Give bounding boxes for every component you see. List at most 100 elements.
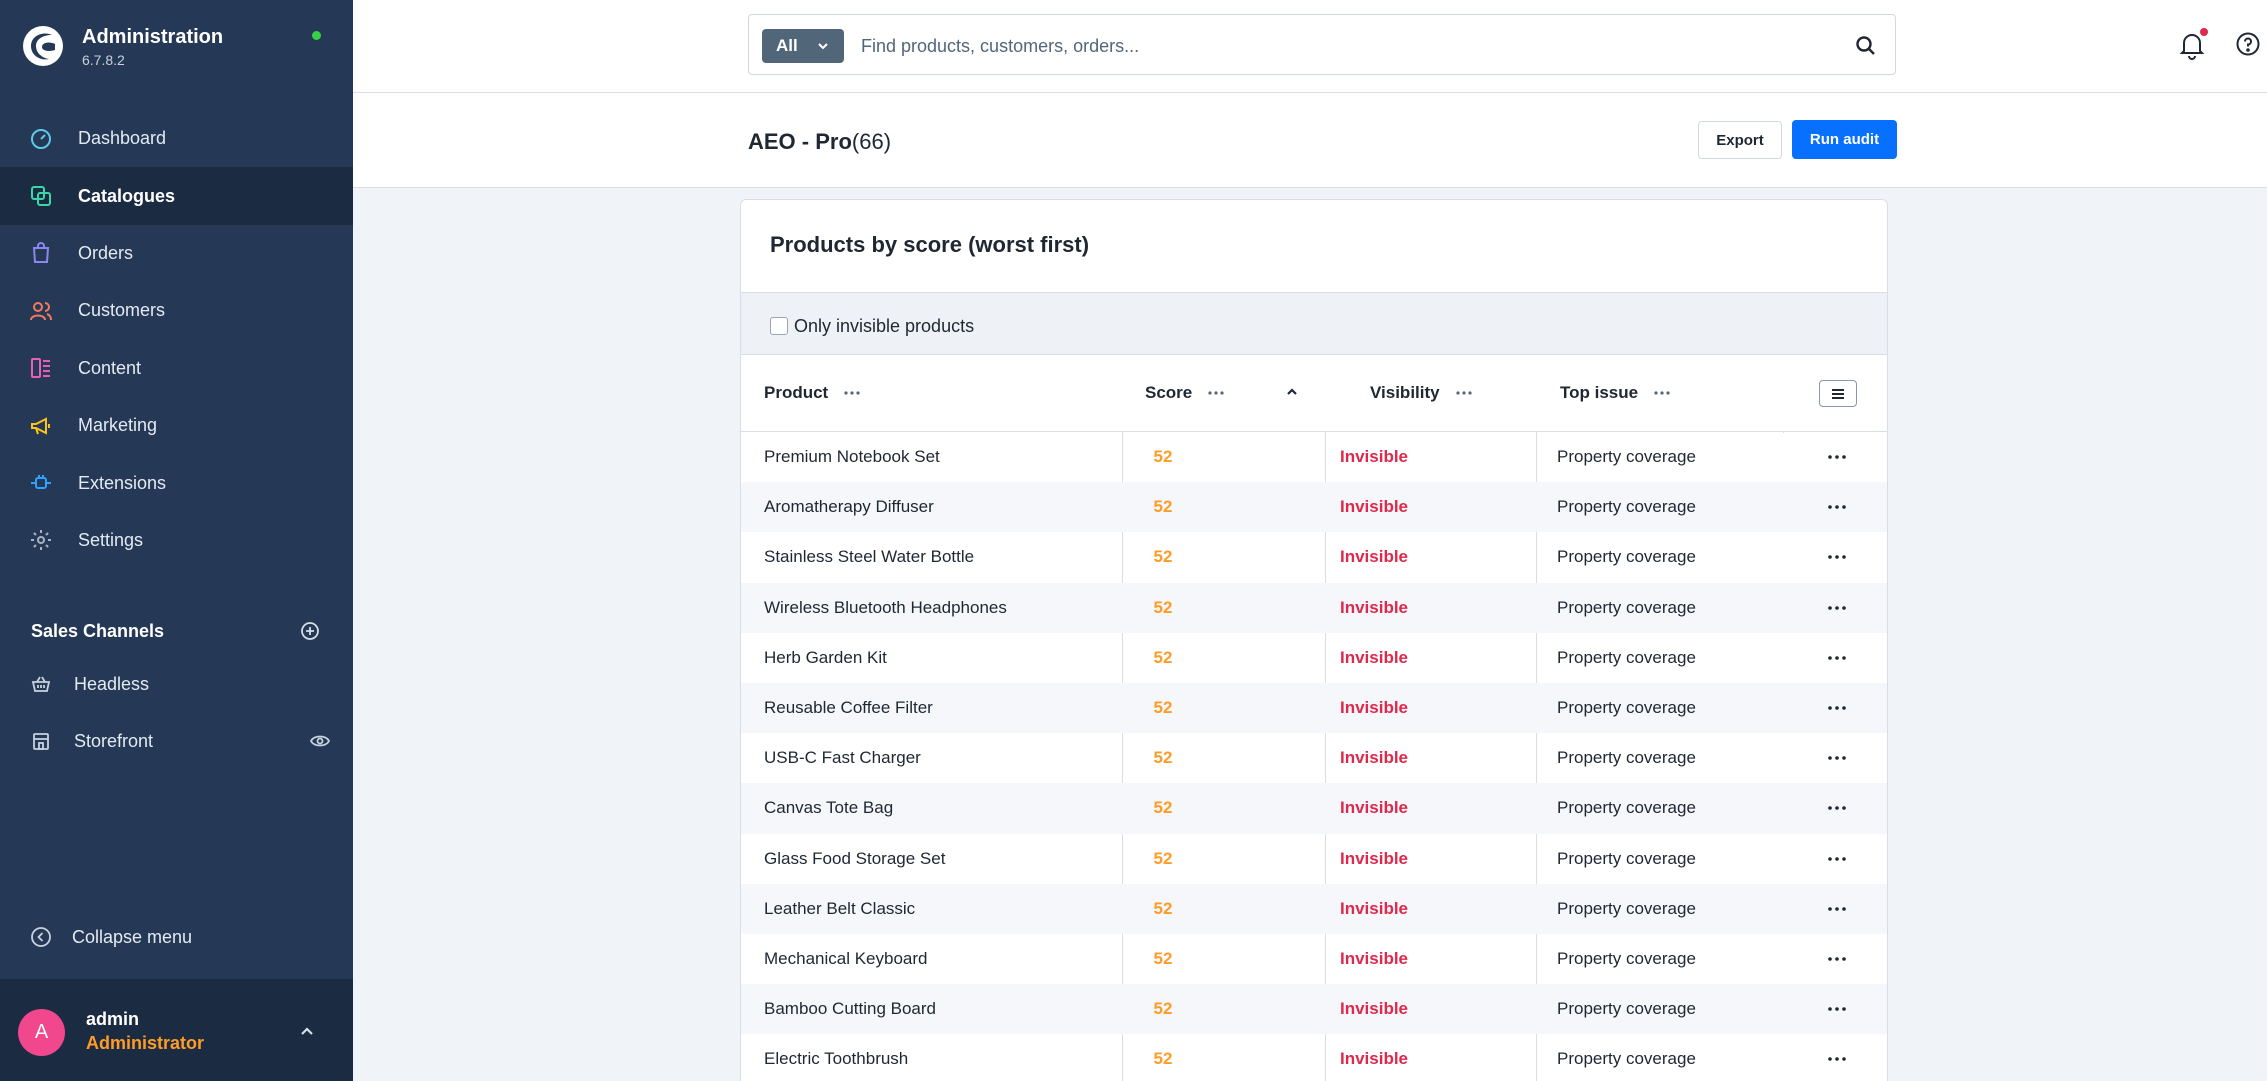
column-header-label: Product [764,383,829,402]
product-name[interactable]: Canvas Tote Bag [764,783,893,833]
row-actions-button[interactable] [1824,747,1850,769]
nav-item-catalogues[interactable]: Catalogues [0,167,353,225]
product-name[interactable]: Wireless Bluetooth Headphones [764,583,1007,633]
chevron-up-icon[interactable] [297,1021,317,1041]
product-name[interactable]: Stainless Steel Water Bottle [764,532,974,582]
product-name[interactable]: Glass Food Storage Set [764,834,945,884]
column-settings-button[interactable] [1819,380,1857,407]
top-issue: Property coverage [1557,597,1696,617]
only-invisible-label[interactable]: Only invisible products [794,316,974,337]
more-horizontal-icon [1828,555,1846,560]
only-invisible-checkbox[interactable] [770,317,788,335]
visibility-status: Invisible [1339,748,1409,768]
app-version: 6.7.8.2 [82,52,125,68]
product-name[interactable]: Reusable Coffee Filter [764,683,933,733]
table-row[interactable]: Glass Food Storage Set 52 Invisible Propert… [741,834,1887,884]
top-issue: Property coverage [1557,898,1696,918]
column-menu-icon[interactable] [1654,391,1670,395]
score-value: 52 [1153,798,1173,818]
row-actions-button[interactable] [1824,797,1850,819]
row-actions-button[interactable] [1824,496,1850,518]
eye-icon[interactable] [310,731,330,751]
score-value: 52 [1153,999,1173,1019]
column-header-visibility[interactable]: Visibility [1370,383,1472,403]
search-type-select[interactable]: All [762,29,844,63]
product-name[interactable]: Leather Belt Classic [764,884,915,934]
avatar[interactable]: A [18,1009,65,1056]
visibility-status: Invisible [1339,1049,1409,1069]
nav-item-extensions[interactable]: Extensions [0,454,353,511]
product-name[interactable]: Aromatherapy Diffuser [764,482,934,532]
column-header-top-issue[interactable]: Top issue [1560,383,1670,403]
card-title: Products by score (worst first) [770,232,1090,257]
column-menu-icon[interactable] [1208,391,1224,395]
nav-label: Customers [78,300,166,321]
column-menu-icon[interactable] [1456,391,1472,395]
search-input[interactable] [861,29,1821,63]
megaphone-icon [28,413,54,439]
table-row[interactable]: Canvas Tote Bag 52 Invisible Property cover… [741,783,1887,834]
collapse-menu-button[interactable]: Collapse menu [30,926,192,948]
top-issue: Property coverage [1557,748,1696,768]
user-role: Administrator [86,1033,205,1053]
add-sales-channel-button[interactable] [299,620,321,642]
row-actions-button[interactable] [1824,446,1850,468]
product-name[interactable]: Bamboo Cutting Board [764,984,936,1034]
sort-ascending-icon[interactable] [1285,385,1299,399]
table-row[interactable]: USB-C Fast Charger 52 Invisible Property co… [741,733,1887,783]
table-row[interactable]: Electric Toothbrush 52 Invisible Property c… [741,1034,1887,1081]
nav-item-orders[interactable]: Orders [0,225,353,282]
run-audit-button[interactable]: Run audit [1792,120,1897,159]
more-horizontal-icon [1828,655,1846,660]
nav-item-marketing[interactable]: Marketing [0,397,353,454]
nav-item-settings[interactable]: Settings [0,512,353,569]
row-actions-button[interactable] [1824,647,1850,669]
product-name[interactable]: USB-C Fast Charger [764,733,921,783]
more-horizontal-icon [1828,455,1846,459]
table-row[interactable]: Leather Belt Classic 52 Invisible Property … [741,883,1887,934]
more-horizontal-icon [1828,906,1846,911]
table-row[interactable]: Wireless Bluetooth Headphones 52 Invisible… [741,582,1887,633]
row-actions-button[interactable] [1824,546,1850,568]
more-horizontal-icon [1828,756,1846,760]
users-icon [28,298,54,324]
column-header-label: Top issue [1560,383,1639,402]
product-name[interactable]: Herb Garden Kit [764,633,887,683]
visibility-status: Invisible [1339,999,1409,1019]
sales-channel-headless[interactable]: Headless [30,664,330,704]
row-actions-button[interactable] [1824,948,1850,970]
score-value: 52 [1153,898,1173,918]
product-name[interactable]: Premium Notebook Set [764,432,940,482]
table-row[interactable]: Stainless Steel Water Bottle 52 Invisible P… [741,532,1887,582]
column-menu-icon[interactable] [844,391,860,395]
table-row[interactable]: Mechanical Keyboard 52 Invisible Property c… [741,934,1887,984]
column-header-score[interactable]: Score [1145,383,1224,403]
notification-badge [2200,28,2208,36]
more-horizontal-icon [1828,856,1846,861]
row-actions-button[interactable] [1824,998,1850,1020]
row-actions-button[interactable] [1824,1048,1850,1070]
product-name[interactable]: Electric Toothbrush [764,1034,908,1081]
row-actions-button[interactable] [1824,697,1850,719]
row-actions-button[interactable] [1824,898,1850,920]
sales-channel-storefront[interactable]: Storefront [30,721,330,761]
nav-item-dashboard[interactable]: Dashboard [0,110,353,167]
top-issue: Property coverage [1557,447,1696,467]
nav-item-customers[interactable]: Customers [0,282,353,339]
table-row[interactable]: Aromatherapy Diffuser 52 Invisible Property… [741,482,1887,533]
table-row[interactable]: Herb Garden Kit 52 Invisible Property cover… [741,633,1887,683]
product-name[interactable]: Mechanical Keyboard [764,934,927,984]
score-value: 52 [1153,848,1173,868]
score-value: 52 [1153,497,1173,517]
column-header-label: Visibility [1370,383,1440,402]
help-icon[interactable] [2235,31,2261,57]
table-row[interactable]: Bamboo Cutting Board 52 Invisible Property … [741,984,1887,1035]
export-button[interactable]: Export [1698,121,1782,159]
nav-item-content[interactable]: Content [0,340,353,397]
row-actions-button[interactable] [1824,597,1850,619]
row-actions-button[interactable] [1824,848,1850,870]
table-row[interactable]: Premium Notebook Set 52 Invisible Property … [741,432,1887,482]
search-icon[interactable] [1853,33,1879,59]
column-header-product[interactable]: Product [764,383,860,403]
table-row[interactable]: Reusable Coffee Filter 52 Invisible Propert… [741,682,1887,734]
